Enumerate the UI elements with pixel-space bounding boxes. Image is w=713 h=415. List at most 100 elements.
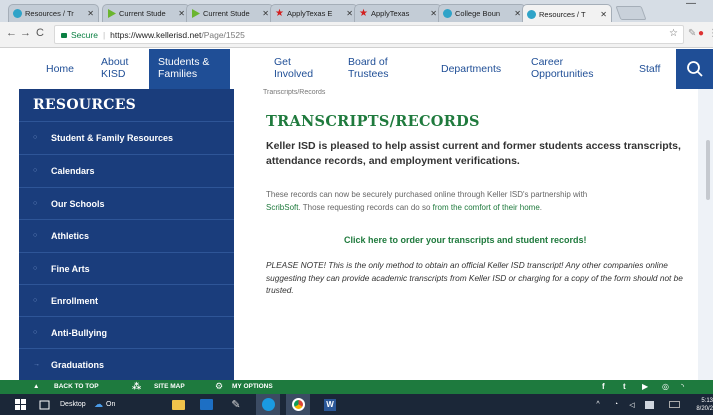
close-tab-icon[interactable]: ✕ — [600, 10, 607, 19]
nav-departments[interactable]: Departments — [441, 63, 501, 75]
back-to-top-button[interactable]: BACK TO TOP — [54, 383, 99, 390]
menu-dots-icon[interactable]: ⋮ — [708, 28, 713, 39]
scribsoft-link[interactable]: ScribSoft — [266, 203, 298, 212]
sidebar-item-our-schools[interactable]: ○ Our Schools — [19, 187, 234, 219]
bottom-utility-bar: ▲ BACK TO TOP ⁂ SITE MAP ⚙ MY OPTIONS f … — [19, 380, 713, 394]
body-text-2: . Those requesting records can do so — [298, 203, 431, 212]
star-favicon-icon: ★ — [275, 8, 284, 19]
comfort-of-home-link[interactable]: from the comfort of their home — [433, 203, 540, 212]
nav-about-kisd[interactable]: About KISD — [101, 56, 139, 80]
cloud-icon: ☁ — [94, 399, 103, 409]
skype-icon[interactable] — [256, 394, 280, 415]
resources-sidebar: RESOURCES ○ Student & Family Resources ○… — [19, 89, 234, 380]
url-path: /Page/1525 — [201, 29, 245, 40]
nav-get-involved[interactable]: Get Involved — [274, 56, 324, 80]
browser-tab-strip: Resources / Tr ✕ Current Stude ✕ Current… — [0, 0, 713, 22]
order-transcripts-link[interactable]: Click here to order your transcripts and… — [344, 235, 587, 245]
browser-toolbar: ← → C Secure | https://www.kellerisd.net… — [0, 22, 713, 48]
clock[interactable]: 5:13 8/20/2 — [688, 394, 713, 415]
tab-applytexas-1[interactable]: ★ ApplyTexas E ✕ — [270, 4, 358, 22]
windows-start-icon[interactable] — [12, 394, 28, 415]
url-separator: | — [102, 29, 106, 40]
nav-students-families[interactable]: Students & Families — [149, 49, 230, 89]
resources-favicon-icon — [13, 9, 22, 18]
tab-applytexas-2[interactable]: ★ ApplyTexas ✕ — [354, 4, 442, 22]
reload-icon[interactable]: C — [36, 27, 44, 39]
collegeboard-favicon-icon — [443, 9, 452, 18]
pen-extension-icon[interactable]: ✎ — [688, 28, 696, 39]
chevron-up-icon[interactable]: ^ — [592, 394, 604, 415]
resources-favicon-icon — [527, 9, 536, 19]
address-bar[interactable]: Secure | https://www.kellerisd.net/Page/… — [54, 25, 684, 44]
sitemap-icon: ⁂ — [132, 381, 142, 391]
twitter-icon[interactable]: t — [623, 382, 626, 391]
breadcrumb: Transcripts/Records — [263, 89, 326, 96]
task-view-icon[interactable] — [36, 394, 52, 415]
outlook-icon[interactable] — [196, 394, 216, 415]
body-paragraph: These records can now be securely purcha… — [266, 188, 691, 214]
forward-arrow-icon[interactable]: → — [20, 27, 31, 39]
chevron-up-icon: ▲ — [33, 383, 40, 390]
facebook-icon[interactable]: f — [602, 382, 605, 391]
sidebar-item-graduations[interactable]: → Graduations — [19, 348, 234, 380]
tab-resources-active[interactable]: Resources / T ✕ — [522, 4, 612, 22]
bullet-icon: ○ — [33, 265, 38, 272]
bullet-icon: ○ — [33, 297, 38, 304]
new-tab-button[interactable] — [615, 6, 647, 20]
notifications-icon[interactable] — [642, 394, 656, 415]
wifi-icon[interactable]: ◔ — [610, 394, 622, 415]
sidebar-item-student-family-resources[interactable]: ○ Student & Family Resources — [19, 121, 234, 153]
scrollbar-track[interactable] — [698, 89, 713, 380]
minimize-icon[interactable]: — — [686, 0, 696, 9]
file-explorer-icon[interactable] — [168, 394, 188, 415]
close-tab-icon[interactable]: ✕ — [262, 9, 269, 18]
play-favicon-icon — [191, 9, 200, 18]
site-search-button[interactable] — [676, 49, 713, 89]
site-map-button[interactable]: SITE MAP — [154, 383, 185, 390]
bookmark-star-icon[interactable]: ☆ — [669, 28, 678, 39]
sidebar-title: RESOURCES — [33, 97, 137, 113]
sidebar-item-enrollment[interactable]: ○ Enrollment — [19, 284, 234, 316]
tab-current-students-1[interactable]: Current Stude ✕ — [102, 4, 190, 22]
chrome-icon[interactable] — [286, 394, 310, 415]
extension-icon[interactable]: ● — [698, 28, 704, 39]
options-icon: ⚙ — [215, 381, 224, 391]
word-icon[interactable]: W — [320, 394, 340, 415]
sidebar-item-fine-arts[interactable]: ○ Fine Arts — [19, 252, 234, 284]
star-favicon-icon: ★ — [359, 8, 368, 19]
tab-resources-1[interactable]: Resources / Tr ✕ — [8, 4, 99, 22]
nav-staff[interactable]: Staff — [639, 63, 660, 75]
close-tab-icon[interactable]: ✕ — [346, 9, 353, 18]
main-content: Transcripts/Records TRANSCRIPTS/RECORDS … — [234, 89, 698, 380]
rss-icon[interactable]: ◝ — [681, 382, 684, 391]
keyboard-icon[interactable] — [666, 394, 682, 415]
tab-current-students-2[interactable]: Current Stude ✕ — [186, 4, 274, 22]
sidebar-item-anti-bullying[interactable]: ○ Anti-Bullying — [19, 316, 234, 348]
close-tab-icon[interactable]: ✕ — [178, 9, 185, 18]
close-tab-icon[interactable]: ✕ — [430, 9, 437, 18]
scrollbar-thumb[interactable] — [706, 140, 710, 200]
close-tab-icon[interactable]: ✕ — [514, 9, 521, 18]
youtube-icon[interactable]: ▶ — [642, 382, 648, 391]
back-arrow-icon[interactable]: ← — [6, 27, 17, 39]
sidebar-item-athletics[interactable]: ○ Athletics — [19, 219, 234, 251]
url-host: https://www.kellerisd.net — [110, 29, 202, 40]
nav-home[interactable]: Home — [46, 63, 74, 75]
sidebar-item-calendars[interactable]: ○ Calendars — [19, 154, 234, 186]
body-text-1: These records can now be securely purcha… — [266, 190, 588, 199]
intro-text: Keller ISD is pleased to help assist cur… — [266, 140, 681, 167]
paint-icon[interactable]: ✎ — [226, 394, 246, 415]
instagram-icon[interactable]: ◎ — [662, 382, 669, 391]
my-options-button[interactable]: MY OPTIONS — [232, 383, 273, 390]
tab-college-board[interactable]: College Boun ✕ — [438, 4, 526, 22]
bottom-bar-left — [0, 380, 19, 394]
secure-label: Secure — [71, 29, 98, 40]
lock-icon — [61, 33, 67, 38]
volume-icon[interactable]: ◁ — [626, 394, 638, 415]
nav-board-of-trustees[interactable]: Board of Trustees — [348, 56, 410, 80]
play-favicon-icon — [107, 9, 116, 18]
close-tab-icon[interactable]: ✕ — [87, 9, 94, 18]
nav-career-opportunities[interactable]: Career Opportunities — [531, 56, 607, 80]
onedrive-toolbar[interactable]: ☁ On — [94, 394, 134, 415]
notice-text: PLEASE NOTE! This is the only method to … — [266, 260, 683, 295]
